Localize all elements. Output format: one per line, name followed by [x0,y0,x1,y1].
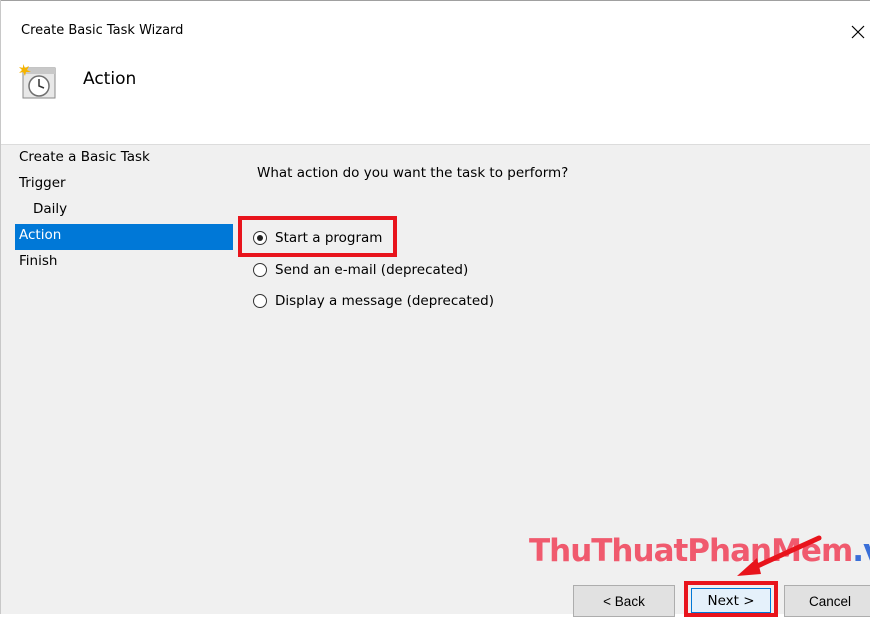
highlight-next: Next > [684,581,778,617]
step-finish[interactable]: Finish [15,250,233,276]
step-trigger[interactable]: Trigger [15,172,233,198]
option-send-email[interactable]: Send an e-mail (deprecated) [253,260,468,280]
radio-start-program[interactable] [253,231,267,245]
wizard-header: Action [1,62,870,145]
close-icon [851,25,865,39]
radio-display-message[interactable] [253,294,267,308]
annotation-arrow-icon [737,535,822,576]
step-action[interactable]: Action [15,224,233,250]
title-bar: Create Basic Task Wizard [1,0,870,63]
option-label: Start a program [275,230,383,246]
radio-send-email[interactable] [253,263,267,277]
steps-list: Create a Basic Task Trigger Daily Action… [15,146,233,276]
option-start-program[interactable]: Start a program [253,228,382,248]
step-daily[interactable]: Daily [15,198,233,224]
next-button[interactable]: Next > [691,588,771,613]
step-create-basic-task[interactable]: Create a Basic Task [15,146,233,172]
option-label: Display a message (deprecated) [275,293,494,309]
page-title: Action [83,69,137,89]
cancel-button[interactable]: Cancel [784,585,870,617]
action-question: What action do you want the task to perf… [257,165,569,181]
option-display-message[interactable]: Display a message (deprecated) [253,291,494,311]
wizard-window: Create Basic Task Wizard Action Create a… [0,0,870,617]
close-button[interactable] [846,17,870,47]
window-title: Create Basic Task Wizard [21,23,184,38]
option-label: Send an e-mail (deprecated) [275,262,469,278]
task-clock-icon [19,64,56,99]
back-button[interactable]: < Back [573,585,675,617]
